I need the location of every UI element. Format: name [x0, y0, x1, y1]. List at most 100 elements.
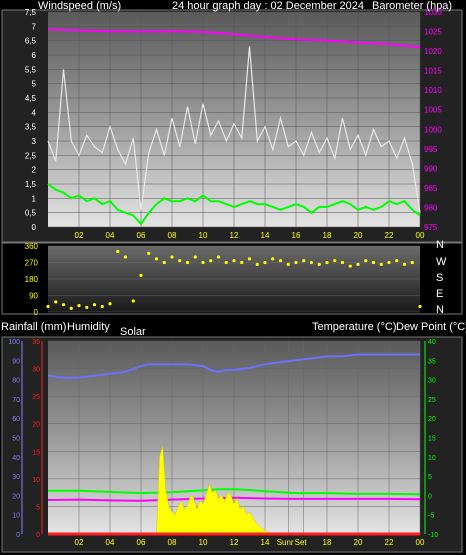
- wind-direction-point: [294, 260, 298, 265]
- temperature-tick-label: -5: [428, 513, 434, 520]
- humidity-tick-label: 0: [16, 532, 20, 539]
- humidity-tick-label: 90: [12, 358, 20, 365]
- wind-x-tick-label: 22: [385, 231, 394, 240]
- wind-x-tick-label: 04: [106, 231, 115, 240]
- humidity-axis-title: Humidity: [67, 321, 110, 333]
- humidity-tick-label: 50: [12, 436, 20, 443]
- rain-tick-label: 35: [32, 339, 40, 346]
- temperature-tick-label: 10: [428, 455, 436, 462]
- wind-direction-point: [154, 257, 159, 261]
- wind-y-tick-label: 7,5: [25, 8, 37, 17]
- wind-direction-point: [387, 260, 391, 265]
- wind-direction-point: [333, 259, 337, 263]
- temp-x-tick-label: Sunr: [277, 538, 294, 547]
- wind-direction-point: [402, 262, 407, 266]
- temp-x-tick-label: 20: [354, 538, 363, 547]
- temperature-tick-label: 25: [428, 397, 436, 404]
- wind-x-tick-label: 10: [199, 231, 208, 240]
- rain-tick-label: 5: [36, 504, 40, 511]
- temp-x-tick-label: 22: [385, 538, 394, 547]
- temp-x-tick-label: 10: [199, 538, 208, 547]
- barometer-tick-label: 985: [424, 184, 438, 193]
- wind-direction-point: [46, 304, 50, 309]
- wind-direction-point: [232, 259, 236, 263]
- wind-y-tick-label: 4,5: [25, 94, 37, 103]
- rain-tick-label: 25: [32, 394, 40, 401]
- rain-tick-label: 15: [32, 449, 40, 456]
- chart-title: 24 hour graph day : 02 December 2024: [172, 0, 365, 12]
- rainfall-axis-title: Rainfall (mm): [1, 321, 67, 333]
- direction-y-tick-label: 360: [25, 242, 39, 251]
- compass-label-n-top: N: [436, 239, 444, 251]
- wind-direction-point: [147, 251, 151, 255]
- wind-direction-point: [178, 259, 182, 263]
- wind-y-tick-label: 3,5: [25, 123, 37, 132]
- wind-x-tick-label: 08: [168, 231, 177, 240]
- direction-y-tick-label: 180: [25, 275, 39, 284]
- wind-direction-point: [247, 257, 252, 261]
- temp-x-tick-label: 02: [75, 538, 84, 547]
- direction-y-tick-label: 0: [34, 308, 39, 317]
- humidity-tick-label: 60: [12, 416, 20, 423]
- compass-label-e: E: [436, 288, 444, 300]
- barometer-tick-label: 1005: [424, 106, 442, 115]
- wind-direction-point: [286, 262, 290, 266]
- weather-graph: 0 0,5 1 1,5 2 2,5 3 3,5 4 4,5 5 5,5 6 6,5 7 7,5 975 980 98…: [1, 8, 463, 553]
- wind-x-tick-label: 14: [261, 231, 270, 240]
- barometer-tick-label: 980: [424, 203, 438, 212]
- temperature-axis-title: Temperature (°C): [312, 321, 397, 333]
- wind-direction-point: [418, 304, 422, 309]
- wind-direction-point: [317, 262, 321, 266]
- wind-direction-point: [85, 305, 89, 310]
- temp-x-tick-label: 04: [106, 538, 115, 547]
- wind-x-tick-label: 02: [75, 231, 84, 240]
- wind-direction-point: [325, 260, 329, 265]
- wind-direction-point: [348, 264, 352, 268]
- temp-x-tick-label: 00: [416, 538, 425, 547]
- wind-y-tick-label: 0: [32, 223, 37, 232]
- temp-x-tick-label: 14: [261, 538, 270, 547]
- wind-direction-point: [131, 299, 135, 303]
- humidity-tick-label: 10: [12, 513, 20, 520]
- compass-label-s: S: [436, 272, 444, 284]
- wind-direction-point: [356, 262, 360, 266]
- barometer-tick-label: 975: [424, 223, 438, 232]
- temp-x-tick-label: 12: [230, 538, 239, 547]
- wind-direction-point: [209, 259, 213, 263]
- humidity-tick-label: 100: [8, 339, 20, 346]
- wind-direction-point: [410, 260, 414, 265]
- wind-y-tick-label: 3: [32, 137, 37, 146]
- wind-y-tick-label: 4: [32, 108, 37, 117]
- wind-y-tick-label: 6: [32, 51, 37, 60]
- temperature-tick-label: 30: [428, 378, 436, 385]
- temperature-tick-label: -10: [428, 532, 438, 539]
- humidity-tick-label: 30: [12, 474, 20, 481]
- solar-label: Solar: [120, 326, 146, 338]
- temperature-tick-label: 15: [428, 436, 436, 443]
- temperature-tick-label: 35: [428, 358, 436, 365]
- barometer-tick-label: 1025: [424, 28, 442, 37]
- temperature-tick-label: 20: [428, 416, 436, 423]
- wind-direction-point: [123, 255, 128, 259]
- wind-direction-point: [185, 260, 190, 265]
- temp-x-tick-label: Set: [295, 538, 308, 547]
- wind-y-tick-label: 1: [32, 194, 37, 203]
- wind-y-tick-label: 2,5: [25, 151, 37, 160]
- wind-y-tick-label: 6,5: [25, 37, 37, 46]
- wind-direction-point: [193, 255, 197, 259]
- wind-x-tick-label: 00: [416, 231, 425, 240]
- rain-tick-label: 10: [32, 477, 40, 484]
- temperature-tick-label: 5: [428, 474, 432, 481]
- wind-direction-point: [92, 303, 97, 307]
- wind-direction-point: [340, 260, 345, 265]
- compass-label-w: W: [436, 256, 447, 268]
- direction-y-tick-label: 270: [25, 259, 39, 268]
- barometer-tick-label: 1000: [424, 125, 442, 134]
- wind-direction-point: [139, 273, 143, 277]
- wind-direction-point: [240, 260, 244, 265]
- wind-y-tick-label: 5: [32, 80, 37, 89]
- wind-x-tick-label: 12: [230, 231, 239, 240]
- temperature-tick-label: 0: [428, 493, 432, 500]
- compass-label-n-bottom: N: [436, 304, 444, 316]
- wind-direction-point: [278, 259, 283, 263]
